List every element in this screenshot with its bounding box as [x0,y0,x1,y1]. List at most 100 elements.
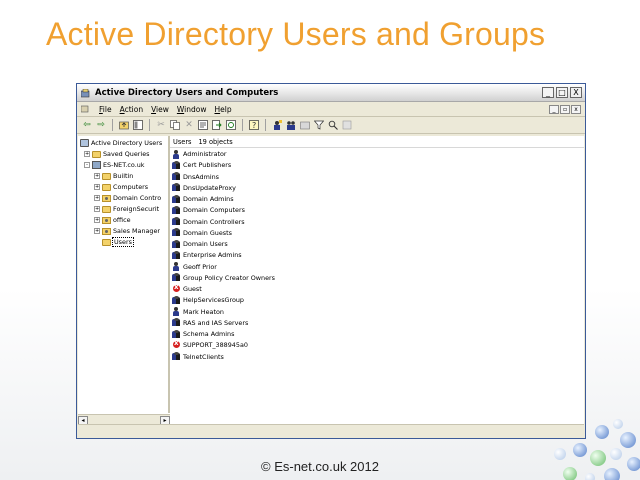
window-titlebar[interactable]: Active Directory Users and Computers _ □… [77,84,585,102]
list-item[interactable]: Group Policy Creator Owners [172,273,275,283]
expand-icon[interactable]: + [94,173,100,179]
list-item[interactable]: Guest [172,283,202,294]
toolbar-separator [242,119,243,131]
group-icon [172,217,181,226]
console-icon[interactable] [80,105,89,113]
list-item[interactable]: Enterprise Admins [172,250,242,260]
tree-item-saved-queries[interactable]: + Saved Queries [84,149,149,159]
user-icon [172,307,181,316]
menu-view[interactable]: View [151,105,169,114]
tree-item-computers[interactable]: + Computers [94,182,148,192]
disabled-user-icon [172,339,181,350]
up-folder-icon[interactable] [118,119,130,131]
menu-help[interactable]: Help [214,105,231,114]
tree-item-domain[interactable]: - ES-NET.co.uk [84,160,145,170]
list-item[interactable]: Domain Computers [172,205,245,215]
tree-item-label: office [113,216,131,224]
child-restore-button[interactable]: ▫ [560,104,570,114]
list-item-name: Domain Computers [183,206,245,215]
new-ou-icon[interactable] [299,119,311,131]
domain-icon [92,161,101,169]
group-icon [172,172,181,181]
aduc-root-icon [80,139,89,147]
console-tree: Active Directory Users + Saved Queries -… [78,136,170,413]
details-header: Users 19 objects [170,136,584,148]
list-item[interactable]: Domain Users [172,239,228,249]
refresh-icon[interactable] [225,119,237,131]
list-item[interactable]: DnsAdmins [172,172,219,182]
child-close-button[interactable]: x [571,104,581,114]
show-tree-icon[interactable] [132,119,144,131]
tree-item-label: Computers [113,183,149,191]
list-item[interactable]: Geoff Prior [172,262,217,272]
child-minimize-button[interactable]: _ [549,104,559,114]
new-user-icon[interactable] [271,119,283,131]
list-item[interactable]: Cert Publishers [172,160,231,170]
status-bar [78,424,584,437]
list-item[interactable]: Domain Guests [172,228,232,238]
export-icon[interactable] [211,119,223,131]
list-item[interactable]: SUPPORT_388945a0 [172,339,248,350]
tree-item-office[interactable]: + office [94,215,131,225]
tree-item-label: Domain Contro [113,194,162,202]
cut-icon[interactable]: ✂ [155,119,167,131]
back-arrow-icon[interactable]: ⇦ [81,119,93,131]
expand-icon[interactable]: + [94,217,100,223]
list-item[interactable]: Mark Heaton [172,307,224,317]
expand-icon[interactable]: + [94,195,100,201]
folder-icon [92,150,101,158]
close-button[interactable]: X [570,87,582,98]
tree-item-foreign-security[interactable]: + ForeignSecurit [94,204,159,214]
list-item-name: Schema Admins [183,330,235,338]
list-item[interactable]: TelnetClients [172,352,224,362]
disabled-user-icon [172,283,181,294]
list-item[interactable]: DnsUpdateProxy [172,183,236,193]
group-icon [172,228,181,237]
folder-icon [102,205,111,213]
tree-item-sales-manager[interactable]: + Sales Manager [94,226,160,236]
details-folder-name: Users [173,137,192,146]
group-icon [172,160,181,170]
tree-item-builtin[interactable]: + Builtin [94,171,133,181]
find-icon[interactable] [327,119,339,131]
toolbar-separator [149,119,150,131]
tree-item-domain-controllers[interactable]: + Domain Contro [94,193,161,203]
copy-icon[interactable] [169,119,181,131]
expand-icon[interactable]: + [84,151,90,157]
list-item[interactable]: Administrator [172,149,227,159]
collapse-icon[interactable]: - [84,162,90,168]
list-item-name: Cert Publishers [183,161,232,170]
svg-text:?: ? [252,121,256,130]
forward-arrow-icon[interactable]: ⇨ [95,119,107,131]
group-icon [172,183,181,192]
expand-icon[interactable]: + [94,184,100,190]
list-item-name: Administrator [183,150,227,158]
aduc-app-icon [80,88,90,97]
add-to-group-icon[interactable] [341,119,353,131]
user-icon [172,262,181,271]
list-item[interactable]: HelpServicesGroup [172,295,244,305]
menu-action[interactable]: Action [120,105,144,114]
tree-item-users[interactable]: Users [102,237,134,247]
new-group-icon[interactable] [285,119,297,131]
expand-icon[interactable]: + [94,228,100,234]
maximize-button[interactable]: □ [556,87,568,98]
list-item-name: Geoff Prior [183,262,217,271]
properties-icon[interactable] [197,119,209,131]
help-icon[interactable]: ? [248,119,260,131]
group-icon [172,318,181,327]
menu-file[interactable]: File [99,105,112,114]
list-item-name: RAS and IAS Servers [183,318,249,327]
minimize-button[interactable]: _ [542,87,554,98]
list-item[interactable]: Domain Controllers [172,217,245,227]
expand-icon[interactable]: + [94,206,100,212]
menu-window[interactable]: Window [177,105,207,114]
list-item[interactable]: RAS and IAS Servers [172,318,248,328]
filter-icon[interactable] [313,119,325,131]
tree-root[interactable]: Active Directory Users [80,138,162,148]
list-item[interactable]: Domain Admins [172,194,234,204]
delete-icon[interactable]: ✕ [183,119,195,131]
group-icon [172,352,181,361]
aduc-window: Active Directory Users and Computers _ □… [76,83,586,439]
list-item[interactable]: Schema Admins [172,329,234,339]
